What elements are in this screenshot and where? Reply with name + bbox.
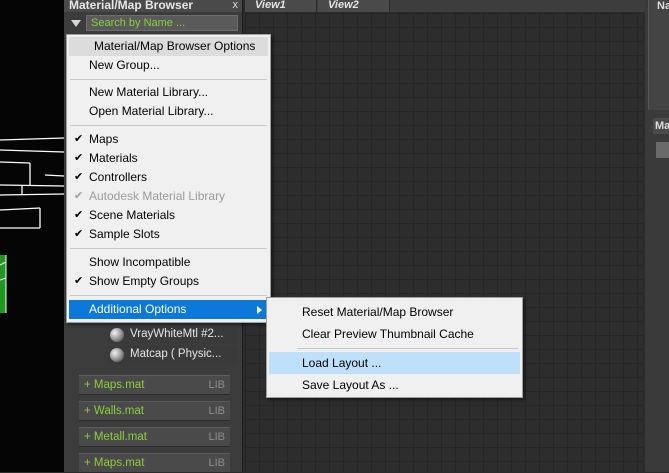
library-name: + Walls.mat xyxy=(84,405,144,417)
browser-title-label: Material/Map Browser xyxy=(69,0,194,12)
navigator-title: Na xyxy=(657,0,669,12)
menu-item-autodesk-material-library: ✔ Autodesk Material Library xyxy=(69,187,268,206)
menu-item-scene-materials[interactable]: ✔ Scene Materials xyxy=(69,206,268,225)
menu-item-sample-slots[interactable]: ✔ Sample Slots xyxy=(69,225,268,244)
checkmark-icon: ✔ xyxy=(74,171,84,183)
parameter-swatch[interactable] xyxy=(656,142,669,158)
material-label: Matcap ( Physic... xyxy=(130,348,222,360)
search-input[interactable] xyxy=(86,15,238,31)
menu-item-controllers[interactable]: ✔ Controllers xyxy=(69,168,268,187)
checkmark-icon: ✔ xyxy=(74,275,84,287)
checkmark-icon: ✔ xyxy=(74,209,84,221)
library-tag: LIB xyxy=(208,405,225,417)
material-label: VrayWhiteMtl #2... xyxy=(130,328,224,340)
library-row[interactable]: + Metall.mat LIB xyxy=(79,427,230,447)
library-row[interactable]: + Walls.mat LIB xyxy=(79,401,230,421)
submenu-divider xyxy=(297,348,518,349)
menu-item-label: Maps xyxy=(89,132,119,146)
library-tag: LIB xyxy=(208,431,225,443)
tab-view1[interactable]: View1 xyxy=(245,0,317,12)
menu-item-open-material-library[interactable]: Open Material Library... xyxy=(69,102,268,121)
view-tabs: View1 View2 xyxy=(245,0,645,12)
library-name: + Maps.mat xyxy=(84,457,145,469)
material-sphere-icon xyxy=(110,348,124,362)
search-row xyxy=(64,13,242,33)
menu-divider xyxy=(70,125,267,126)
menu-item-maps[interactable]: ✔ Maps xyxy=(69,130,268,149)
library-name: + Metall.mat xyxy=(84,431,147,443)
submenu-item-load-layout[interactable]: Load Layout ... xyxy=(269,352,520,374)
node-view-grid[interactable] xyxy=(245,13,643,472)
library-tag: LIB xyxy=(208,379,225,391)
menu-item-label: Show Empty Groups xyxy=(89,274,200,288)
menu-item-label: Sample Slots xyxy=(89,227,160,241)
additional-options-submenu: Reset Material/Map Browser Clear Preview… xyxy=(266,297,523,398)
menu-divider xyxy=(70,295,267,296)
submenu-arrow-icon xyxy=(257,306,262,314)
navigator-panel xyxy=(648,0,669,110)
menu-item-label: Controllers xyxy=(89,170,148,184)
menu-item-label: Scene Materials xyxy=(89,208,176,222)
parameter-panel-title: Ma xyxy=(653,118,669,134)
menu-header: Material/Map Browser Options xyxy=(69,37,268,56)
menu-item-show-incompatible[interactable]: Show Incompatible xyxy=(69,253,268,272)
menu-item-label: Autodesk Material Library xyxy=(89,189,226,203)
library-name: + Maps.mat xyxy=(84,379,145,391)
menu-divider xyxy=(70,79,267,80)
menu-item-label: Materials xyxy=(89,151,138,165)
library-row[interactable]: + Maps.mat LIB xyxy=(79,453,230,473)
right-panel xyxy=(645,0,669,472)
submenu-item-reset-browser[interactable]: Reset Material/Map Browser xyxy=(269,301,520,323)
menu-item-additional-options[interactable]: Additional Options xyxy=(69,300,268,319)
menu-item-label: Additional Options xyxy=(89,302,187,316)
browser-title: Material/Map Browser xyxy=(64,0,242,12)
list-item[interactable]: VrayWhiteMtl #2... xyxy=(108,326,238,344)
close-icon[interactable]: x xyxy=(233,0,239,11)
wireframe-geometry xyxy=(0,137,64,313)
collapse-triangle-icon[interactable] xyxy=(71,20,81,27)
checkmark-icon: ✔ xyxy=(74,133,84,145)
library-row[interactable]: + Maps.mat LIB xyxy=(79,375,230,395)
checkmark-icon: ✔ xyxy=(74,228,84,240)
browser-options-menu: Material/Map Browser Options New Group..… xyxy=(66,34,271,323)
menu-item-label: Show Incompatible xyxy=(89,255,191,269)
left-viewport[interactable] xyxy=(0,0,64,472)
menu-divider xyxy=(70,248,267,249)
checkmark-icon: ✔ xyxy=(74,152,84,164)
list-item[interactable]: Matcap ( Physic... xyxy=(108,346,238,364)
material-sphere-icon xyxy=(110,328,124,342)
tab-view2[interactable]: View2 xyxy=(318,0,390,12)
submenu-item-save-layout-as[interactable]: Save Layout As ... xyxy=(269,374,520,396)
menu-item-show-empty-groups[interactable]: ✔ Show Empty Groups xyxy=(69,272,268,291)
library-tag: LIB xyxy=(208,457,225,469)
menu-item-new-group[interactable]: New Group... xyxy=(69,56,268,75)
checkmark-icon: ✔ xyxy=(74,190,84,202)
submenu-item-clear-thumbnail-cache[interactable]: Clear Preview Thumbnail Cache xyxy=(269,323,520,345)
menu-item-materials[interactable]: ✔ Materials xyxy=(69,149,268,168)
menu-item-new-material-library[interactable]: New Material Library... xyxy=(69,83,268,102)
